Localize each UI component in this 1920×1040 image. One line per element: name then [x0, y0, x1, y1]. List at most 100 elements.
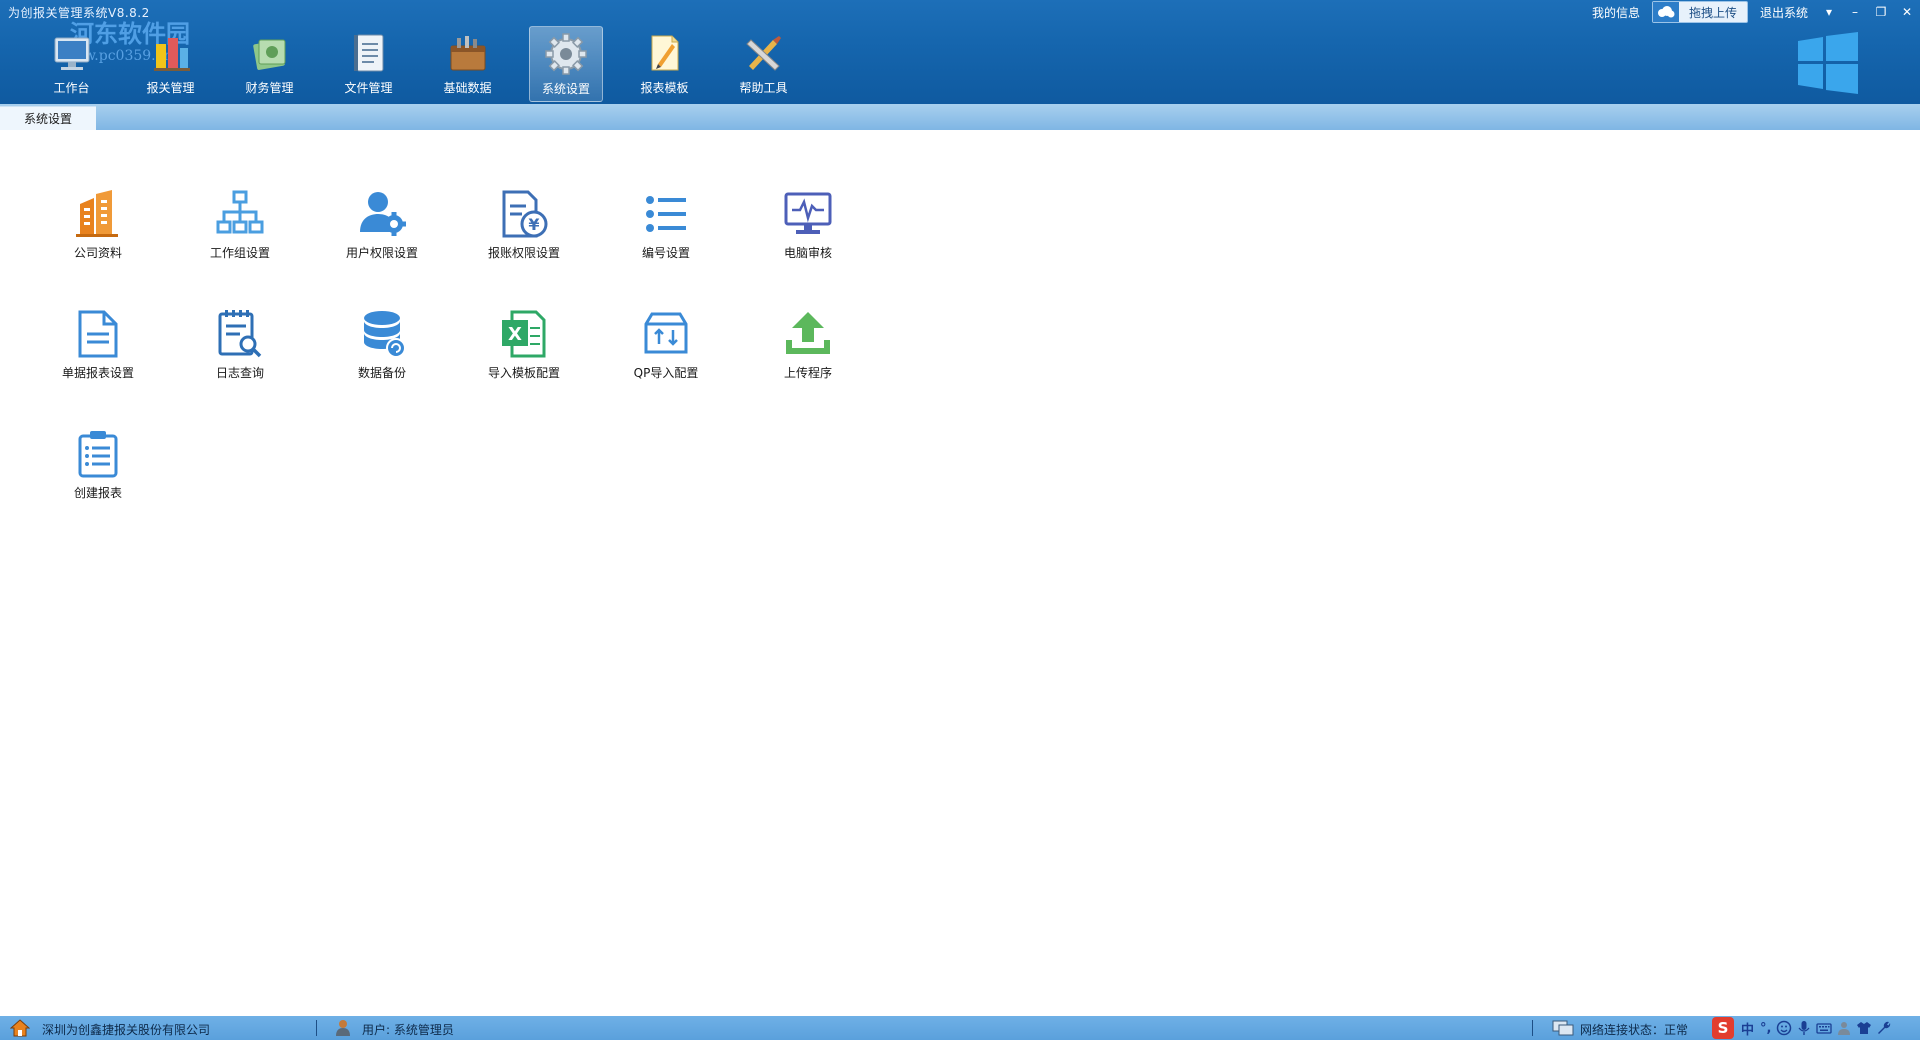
ime-language-toggle[interactable]: 中	[1741, 1019, 1754, 1038]
close-icon[interactable]: ✕	[1894, 5, 1920, 19]
file-icon	[353, 34, 383, 72]
network-status: 网络连接状态：正常	[1580, 1023, 1689, 1037]
item-label: 报账权限设置	[487, 246, 560, 260]
windows-logo	[1798, 32, 1858, 94]
toolbar-label: 工作台	[53, 81, 90, 95]
toolbar-help-tools[interactable]: 帮助工具	[714, 26, 813, 102]
org-chart-icon	[216, 190, 264, 234]
my-info-link[interactable]: 我的信息	[1592, 4, 1640, 21]
yen-document-icon: ¥	[502, 190, 548, 238]
keyboard-icon[interactable]	[1816, 1020, 1833, 1036]
user-center-icon[interactable]	[1836, 1020, 1852, 1036]
toolbar-report-template[interactable]: 报表模板	[615, 26, 714, 102]
wrench-icon[interactable]	[1876, 1020, 1892, 1036]
user-gear-icon	[360, 192, 406, 236]
item-label: 数据备份	[357, 366, 406, 380]
import-template-config-item[interactable]: X 导入模板配置	[464, 308, 584, 398]
tools-icon	[745, 36, 781, 71]
skin-icon[interactable]	[1856, 1020, 1872, 1036]
toolbar-base-data[interactable]: 基础数据	[418, 26, 517, 102]
drag-upload-button[interactable]: 拖拽上传	[1651, 1, 1748, 23]
item-label: 编号设置	[641, 246, 690, 260]
tab-strip: 系统设置	[0, 104, 1920, 130]
svg-text:¥: ¥	[528, 215, 539, 234]
item-label: QP导入配置	[633, 366, 699, 380]
computer-audit-item[interactable]: 电脑审核	[748, 188, 868, 278]
toolbar-label: 基础数据	[443, 81, 492, 95]
database-icon	[364, 311, 406, 358]
clipboard-icon	[78, 431, 118, 478]
sogou-ime-icon[interactable]: S	[1712, 1017, 1734, 1039]
item-label: 上传程序	[783, 366, 832, 380]
item-label: 工作组设置	[209, 246, 270, 260]
toolbar-settings[interactable]: 系统设置	[529, 26, 603, 102]
qp-import-config-item[interactable]: QP导入配置	[606, 308, 726, 398]
workbench-icon	[54, 37, 89, 70]
report-icon	[651, 35, 678, 71]
minimize-icon[interactable]: –	[1842, 5, 1868, 19]
upload-label: 拖拽上传	[1688, 5, 1737, 20]
toolbar-label: 文件管理	[344, 81, 393, 95]
upload-program-item[interactable]: 上传程序	[748, 308, 868, 398]
log-query-item[interactable]: 日志查询	[180, 308, 300, 398]
numbering-settings-item[interactable]: 编号设置	[606, 188, 726, 278]
upload-icon	[786, 312, 830, 354]
create-report-item[interactable]: 创建报表	[38, 428, 158, 518]
item-label: 日志查询	[215, 366, 264, 380]
top-right-controls: 我的信息 拖拽上传 退出系统 ▾ – ❐ ✕	[1584, 0, 1920, 24]
toolbar-finance[interactable]: 财务管理	[220, 26, 319, 102]
status-divider	[1532, 1020, 1533, 1036]
restore-icon[interactable]: ❐	[1868, 5, 1894, 19]
user-icon	[336, 1020, 350, 1036]
item-label: 用户权限设置	[345, 246, 418, 260]
dropdown-icon[interactable]: ▾	[1816, 5, 1842, 19]
monitor-icon	[784, 192, 832, 234]
list-icon	[646, 196, 686, 232]
building-icon	[76, 190, 118, 237]
toolbar-label: 系统设置	[541, 82, 590, 96]
data-backup-item[interactable]: 数据备份	[322, 308, 442, 398]
toolbar-label: 报关管理	[146, 81, 195, 95]
cloud-icon	[1652, 2, 1679, 22]
main-toolbar: 工作台 报关管理 财务管理 文件管理 基础数据 系统设置 报表模板 帮助工具	[22, 26, 813, 102]
document-icon	[78, 310, 118, 358]
item-label: 创建报表	[73, 486, 122, 500]
toolbar-label: 帮助工具	[739, 81, 788, 95]
toolbar-workbench[interactable]: 工作台	[22, 26, 121, 102]
emoji-icon[interactable]	[1776, 1020, 1792, 1036]
svg-text:X: X	[508, 324, 522, 345]
workgroup-settings-item[interactable]: 工作组设置	[180, 188, 300, 278]
item-label: 单据报表设置	[61, 366, 134, 380]
current-user: 用户: 系统管理员	[362, 1023, 454, 1037]
toolbar-customs[interactable]: 报关管理	[121, 26, 220, 102]
home-icon[interactable]	[10, 1019, 30, 1037]
item-label: 导入模板配置	[487, 366, 560, 380]
gear-icon	[545, 33, 587, 75]
status-bar: 深圳为创鑫捷报关股份有限公司 用户: 系统管理员 网络连接状态：正常 S 中 °…	[0, 1016, 1920, 1040]
expense-permission-item[interactable]: ¥ 报账权限设置	[464, 188, 584, 278]
toolbox-icon	[450, 36, 485, 71]
network-icon	[1552, 1020, 1574, 1036]
company-name: 深圳为创鑫捷报关股份有限公司	[42, 1023, 211, 1037]
ime-punctuation-toggle[interactable]: °,	[1760, 1021, 1771, 1036]
customs-icon	[153, 38, 190, 71]
toolbar-files[interactable]: 文件管理	[319, 26, 418, 102]
user-permission-item[interactable]: 用户权限设置	[322, 188, 442, 278]
item-label: 公司资料	[73, 246, 122, 260]
top-bar: 为创报关管理系统V8.8.2 河东软件园 www.pc0359.cn 工作台 报…	[0, 0, 1920, 104]
item-label: 电脑审核	[783, 246, 832, 260]
excel-icon: X	[502, 310, 546, 358]
settings-panel: 公司资料 工作组设置 用户权限设置 ¥ 报账权限设置 编号设置 电脑审核 单据报…	[0, 130, 1920, 1016]
import-box-icon	[644, 312, 688, 354]
exit-system-link[interactable]: 退出系统	[1760, 4, 1808, 21]
status-divider	[316, 1020, 317, 1036]
toolbar-label: 报表模板	[640, 81, 689, 95]
microphone-icon[interactable]	[1796, 1020, 1812, 1036]
company-info-item[interactable]: 公司资料	[38, 188, 158, 278]
finance-icon	[252, 39, 285, 70]
document-report-settings-item[interactable]: 单据报表设置	[38, 308, 158, 398]
toolbar-label: 财务管理	[245, 81, 294, 95]
log-search-icon	[218, 310, 262, 358]
ime-toolbar: S 中 °,	[1712, 1017, 1894, 1039]
tab-system-settings[interactable]: 系统设置	[0, 106, 96, 130]
